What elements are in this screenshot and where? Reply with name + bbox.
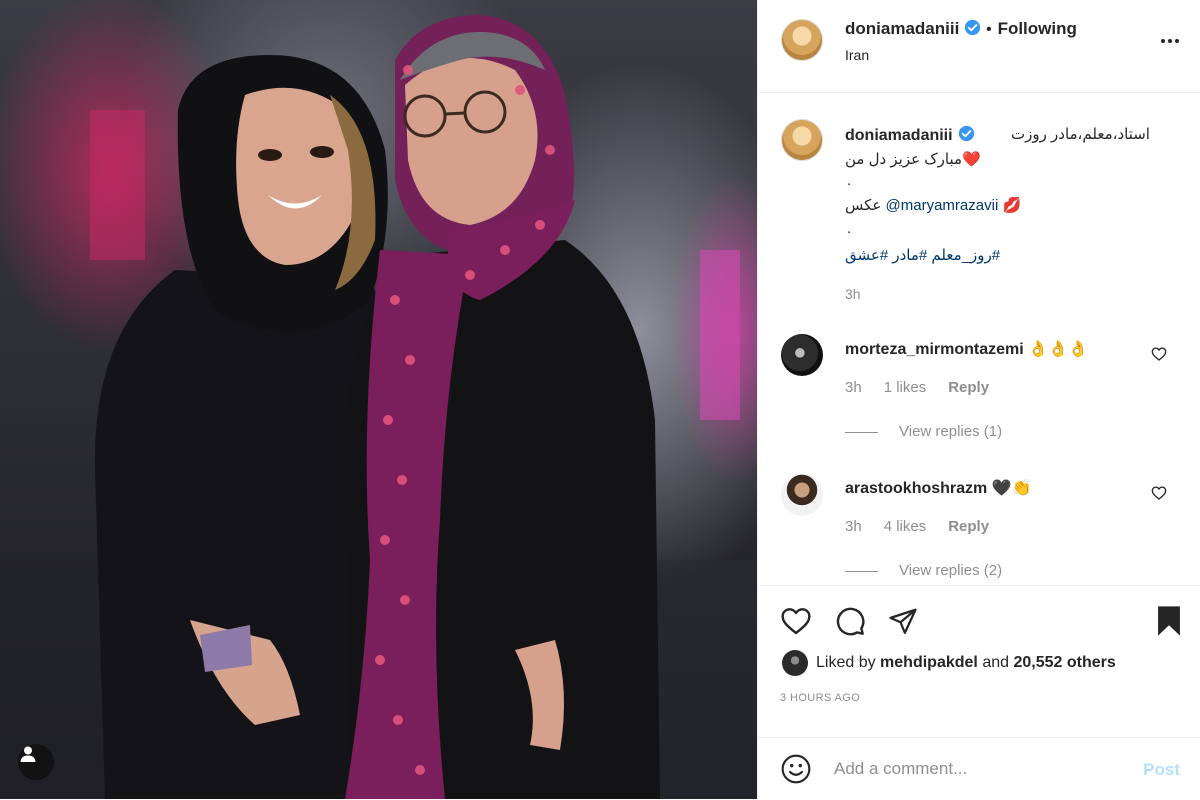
comment-like-heart-icon[interactable] bbox=[1151, 485, 1167, 501]
likes-and: and bbox=[982, 654, 1010, 671]
liker-avatar[interactable] bbox=[782, 650, 808, 676]
replies-divider bbox=[845, 570, 878, 572]
author-username[interactable]: doniamadaniii bbox=[845, 19, 959, 38]
comment-2-meta: 3h 4 likes Reply bbox=[845, 518, 1011, 535]
following-button[interactable]: Following bbox=[998, 19, 1077, 38]
caption-hashtags[interactable]: روز_معلم #مادر #عشق# bbox=[845, 246, 1000, 264]
comment-2-reply-button[interactable]: Reply bbox=[948, 518, 989, 535]
caption-line-1: استاد،معلم،مادر روزت bbox=[1011, 126, 1150, 143]
comment-username[interactable]: arastookhoshrazm 🖤👏 bbox=[845, 478, 1032, 498]
comment-input[interactable] bbox=[832, 752, 1126, 786]
liker-username[interactable]: mehdipakdel bbox=[880, 654, 978, 671]
comment-username[interactable]: morteza_mirmontazemi 👌👌👌 bbox=[845, 339, 1088, 359]
caption-avatar[interactable] bbox=[781, 119, 823, 161]
comment-1-username[interactable]: morteza_mirmontazemi bbox=[845, 341, 1024, 358]
header-separator: • bbox=[986, 21, 992, 38]
view-replies-button[interactable]: View replies (1) bbox=[845, 423, 1002, 440]
replies-divider bbox=[845, 431, 878, 433]
instagram-post: doniamadaniii • Following Iran doniamadan… bbox=[0, 0, 1200, 799]
comment-2-likes[interactable]: 4 likes bbox=[884, 518, 927, 535]
comment-1-meta: 3h 1 likes Reply bbox=[845, 379, 1011, 396]
comment-2-time[interactable]: 3h bbox=[845, 518, 862, 535]
location-link[interactable]: Iran bbox=[845, 47, 869, 63]
caption-username[interactable]: doniamadaniii bbox=[845, 127, 953, 144]
comment-like-heart-icon[interactable] bbox=[1151, 346, 1167, 362]
caption-time[interactable]: 3h bbox=[845, 286, 861, 302]
post-actions: Liked by mehdipakdel and 20,552 others 3… bbox=[758, 585, 1200, 799]
photo-illustration bbox=[0, 15, 757, 799]
caption-dot-1: . bbox=[847, 172, 852, 189]
comment-avatar[interactable] bbox=[781, 474, 823, 516]
user-tag-button[interactable] bbox=[18, 744, 54, 780]
post-side-panel: doniamadaniii • Following Iran doniamadan… bbox=[757, 0, 1200, 799]
caption-line-3: عکس @maryamrazavii 💋 bbox=[845, 196, 1021, 214]
heart-icon[interactable] bbox=[780, 605, 812, 637]
share-icon[interactable] bbox=[888, 606, 918, 636]
comment-1-view-replies[interactable]: View replies (1) bbox=[899, 423, 1002, 440]
comment-icon[interactable] bbox=[834, 605, 866, 637]
caption-username-row: doniamadaniii bbox=[845, 125, 975, 145]
mention-link[interactable]: @maryamrazavii bbox=[886, 197, 999, 214]
caption-photo-credit-label: عکس bbox=[845, 197, 882, 214]
comment-2-view-replies[interactable]: View replies (2) bbox=[899, 562, 1002, 579]
user-tag-icon bbox=[20, 746, 36, 762]
comment-2-username[interactable]: arastookhoshrazm bbox=[845, 480, 987, 497]
comment-1-reply-button[interactable]: Reply bbox=[948, 379, 989, 396]
author-avatar[interactable] bbox=[781, 19, 823, 61]
post-photo[interactable] bbox=[0, 0, 757, 799]
comment-1-time[interactable]: 3h bbox=[845, 379, 862, 396]
verified-badge-icon bbox=[965, 19, 981, 36]
caption-line-2: مبارک عزیز دل من❤️ bbox=[845, 151, 981, 168]
more-options-icon[interactable] bbox=[1160, 31, 1180, 51]
likes-summary: Liked by mehdipakdel and 20,552 others bbox=[816, 654, 1116, 672]
bookmark-icon[interactable] bbox=[1154, 604, 1184, 638]
post-header: doniamadaniii • Following Iran bbox=[758, 0, 1200, 93]
post-comment-button[interactable]: Post bbox=[1143, 760, 1180, 780]
comment-avatar[interactable] bbox=[781, 334, 823, 376]
emoji-icon[interactable] bbox=[780, 753, 812, 785]
add-comment-bar: Post bbox=[758, 737, 1200, 800]
verified-badge-icon bbox=[958, 125, 974, 142]
comment-1-text: 👌👌👌 bbox=[1028, 341, 1088, 358]
view-replies-button[interactable]: View replies (2) bbox=[845, 562, 1002, 579]
likes-prefix: Liked by bbox=[816, 654, 876, 671]
comment-2-text: 🖤👏 bbox=[991, 480, 1032, 497]
likes-count[interactable]: 20,552 others bbox=[1013, 654, 1115, 671]
caption-dot-2: . bbox=[847, 220, 852, 237]
kiss-emoji: 💋 bbox=[1002, 197, 1022, 214]
comment-1-likes[interactable]: 1 likes bbox=[884, 379, 927, 396]
post-timestamp[interactable]: 3 HOURS AGO bbox=[780, 692, 860, 704]
header-username-row: doniamadaniii • Following bbox=[845, 19, 1077, 39]
